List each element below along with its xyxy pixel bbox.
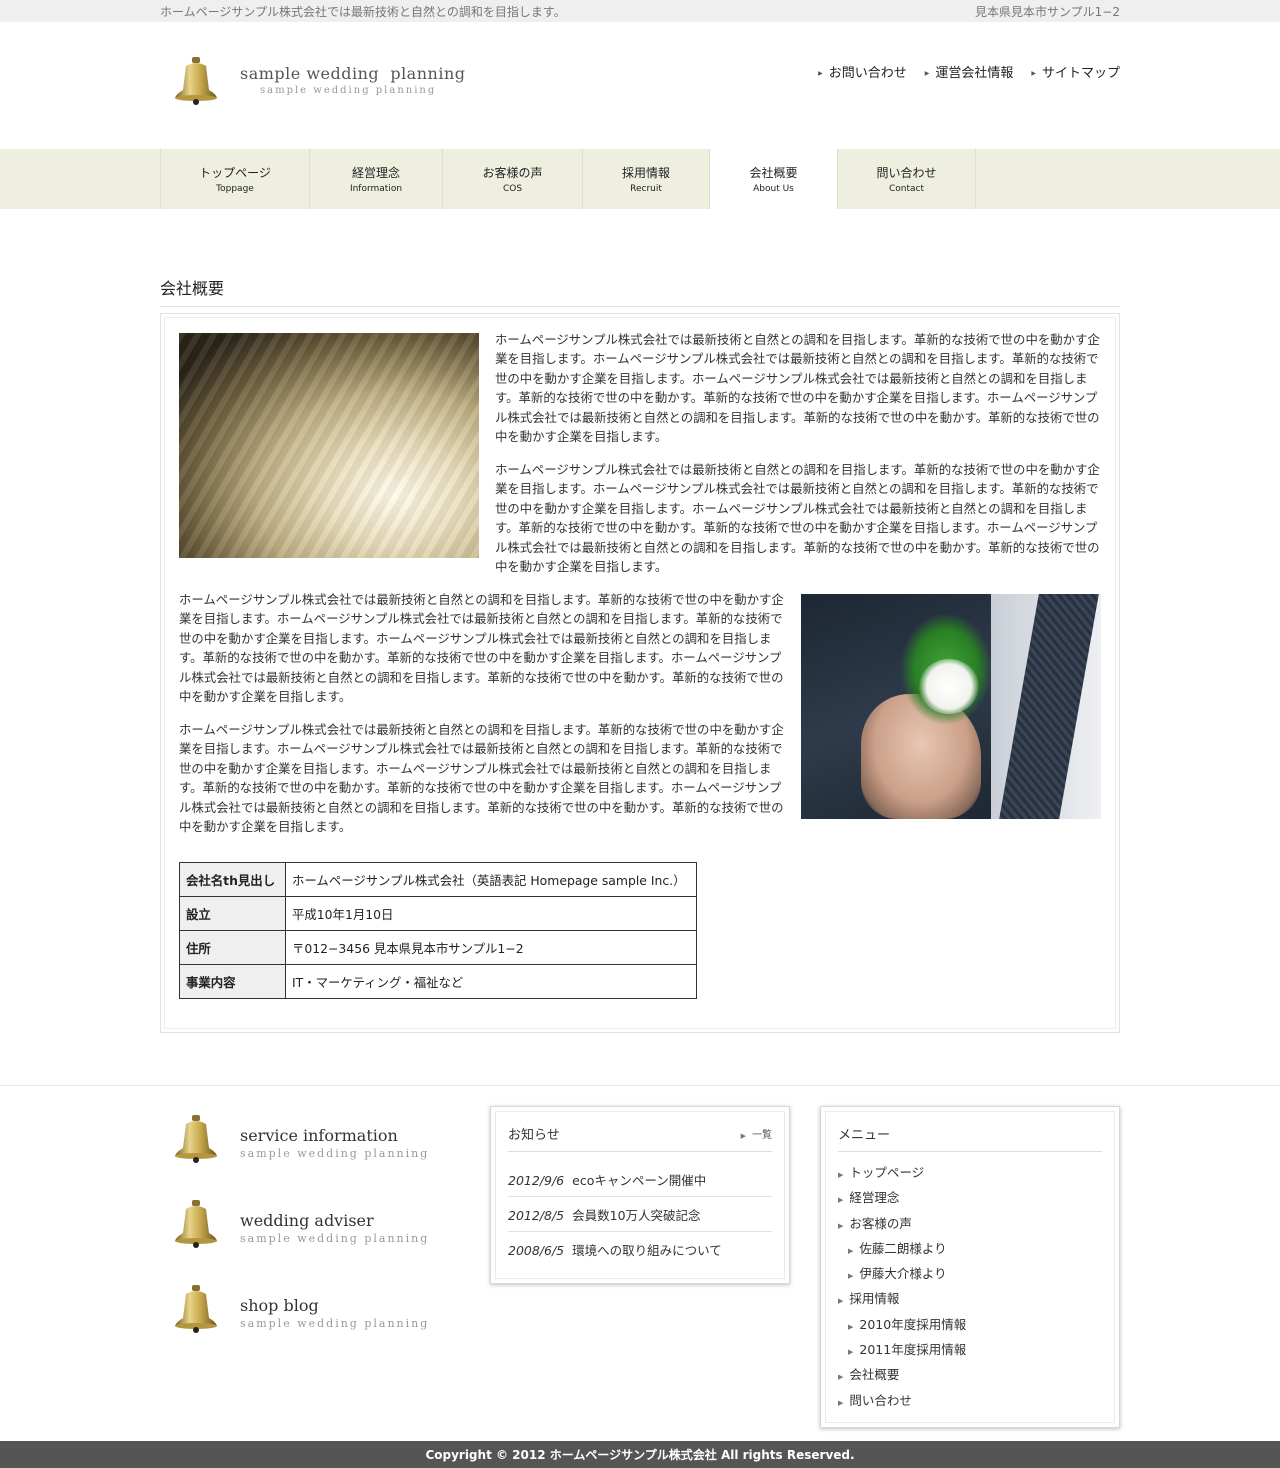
body-paragraph: ホームページサンプル株式会社では最新技術と自然との調和を目指します。革新的な技術… xyxy=(179,722,784,835)
company-info-table: 会社名th見出し ホームページサンプル株式会社（英語表記 Homepage sam… xyxy=(179,862,697,999)
boutonniere-photo xyxy=(801,594,1101,819)
menu-item-information[interactable]: ▶ 経営理念 xyxy=(838,1185,1102,1210)
link-company-info[interactable]: ▶ 運営会社情報 xyxy=(925,62,1014,81)
wedding-adviser-link[interactable]: wedding adviser sample wedding planning xyxy=(172,1199,429,1249)
bell-icon xyxy=(175,1200,217,1248)
top-strip: ホームページサンプル株式会社では最新技術と自然との調和を目指します。 見本県見本… xyxy=(0,0,1280,22)
page-title: 会社概要 xyxy=(160,275,1120,307)
menu-item-about-us[interactable]: ▶ 会社概要 xyxy=(838,1362,1102,1387)
link-contact[interactable]: ▶ お問い合わせ xyxy=(818,62,907,81)
logo-subtitle: sample wedding planning xyxy=(260,85,437,96)
bell-icon xyxy=(175,1115,217,1163)
news-title: お知らせ xyxy=(508,1128,560,1143)
news-item[interactable]: 2012/9/6 ecoキャンペーン開催中 xyxy=(508,1162,772,1197)
menu-panel: メニュー ▶ トップページ ▶ 経営理念 ▶ お客様の声 ▶ 佐藤二朗様より ▶ 伊藤大介… xyxy=(820,1106,1120,1428)
content-box: ホームページサンプル株式会社では最新技術と自然との調和を目指します。革新的な技術… xyxy=(160,313,1120,1033)
footer: service information sample wedding plann… xyxy=(0,1085,1280,1446)
nav-item-cos[interactable]: お客様の声 COS xyxy=(442,149,582,209)
news-item[interactable]: 2008/6/5 環境への取り組みについて xyxy=(508,1232,772,1266)
table-row: 会社名th見出し ホームページサンプル株式会社（英語表記 Homepage sam… xyxy=(179,862,697,897)
triangle-right-icon: ▶ xyxy=(838,1171,844,1179)
table-row: 設立 平成10年1月10日 xyxy=(179,896,697,931)
triangle-right-icon: ▶ xyxy=(848,1246,854,1255)
logo-link[interactable]: sample wedding planning sample wedding p… xyxy=(172,56,466,106)
tagline: ホームページサンプル株式会社では最新技術と自然との調和を目指します。 xyxy=(160,4,566,19)
menu-item-toppage[interactable]: ▶ トップページ xyxy=(838,1160,1102,1185)
address: 見本県見本市サンプル1−2 xyxy=(975,4,1120,19)
body-paragraph: ホームページサンプル株式会社では最新技術と自然との調和を目指します。革新的な技術… xyxy=(495,462,1100,575)
triangle-right-icon: ▶ xyxy=(838,1373,844,1382)
nav-item-recruit[interactable]: 採用情報 Recruit xyxy=(582,149,709,209)
triangle-right-icon: ▶ xyxy=(838,1221,844,1230)
bell-icon xyxy=(175,1285,217,1333)
news-panel: お知らせ ▶ 一覧 2012/9/6 ecoキャンペーン開催中 2012/8/5 会員… xyxy=(490,1106,790,1284)
nav-item-toppage[interactable]: トップページ Toppage xyxy=(160,149,309,209)
menu-item-contact[interactable]: ▶ 問い合わせ xyxy=(838,1388,1102,1413)
wedding-dress-photo xyxy=(179,333,479,558)
menu-item-ito[interactable]: ▶ 伊藤大介様より xyxy=(838,1261,1102,1286)
menu-item-customer-voice[interactable]: ▶ お客様の声 xyxy=(838,1211,1102,1236)
global-nav: トップページ Toppage 経営理念 Information お客様の声 CO… xyxy=(0,149,1280,209)
nav-item-about-us[interactable]: 会社概要 About Us xyxy=(709,149,837,209)
header: sample wedding planning sample wedding p… xyxy=(0,22,1280,149)
table-row: 事業内容 IT・マーケティング・福祉など xyxy=(179,964,697,999)
bell-icon xyxy=(175,57,217,105)
body-paragraph: ホームページサンプル株式会社では最新技術と自然との調和を目指します。革新的な技術… xyxy=(495,332,1100,445)
body-paragraph: ホームページサンプル株式会社では最新技術と自然との調和を目指します。革新的な技術… xyxy=(179,592,784,705)
triangle-right-icon: ▶ xyxy=(838,1398,844,1407)
main-content: 会社概要 ホームページサンプル株式会社では最新技術と自然との調和を目指します。革… xyxy=(160,275,1120,1033)
triangle-right-icon: ▶ xyxy=(838,1297,844,1306)
triangle-right-icon: ▶ xyxy=(848,1322,854,1331)
table-row: 住所 〒012−3456 見本県見本市サンプル1−2 xyxy=(179,930,697,965)
news-item[interactable]: 2012/8/5 会員数10万人突破記念 xyxy=(508,1197,772,1232)
service-information-link[interactable]: service information sample wedding plann… xyxy=(172,1114,429,1164)
triangle-right-icon: ▶ xyxy=(740,1132,746,1140)
triangle-right-icon: ▶ xyxy=(1031,70,1036,77)
triangle-right-icon: ▶ xyxy=(924,70,930,77)
link-sitemap[interactable]: ▶ サイトマップ xyxy=(1031,62,1120,81)
utility-links: ▶ お問い合わせ ▶ 運営会社情報 ▶ サイトマップ xyxy=(818,62,1120,81)
menu-title: メニュー xyxy=(838,1128,891,1143)
nav-item-information[interactable]: 経営理念 Information xyxy=(309,149,442,209)
triangle-right-icon: ▶ xyxy=(848,1272,854,1281)
nav-item-contact[interactable]: 問い合わせ Contact xyxy=(837,149,976,209)
copyright-bar: Copyright © 2012 ホームページサンプル株式会社 All righ… xyxy=(0,1441,1280,1468)
menu-item-recruit[interactable]: ▶ 採用情報 xyxy=(838,1286,1102,1311)
logo-title: sample wedding planning xyxy=(240,64,466,83)
news-more-link[interactable]: ▶ 一覧 xyxy=(741,1126,772,1141)
shop-blog-link[interactable]: shop blog sample wedding planning xyxy=(172,1284,429,1334)
menu-item-recruit-2011[interactable]: ▶ 2011年度採用情報 xyxy=(838,1337,1102,1362)
triangle-right-icon: ▶ xyxy=(838,1196,844,1205)
triangle-right-icon: ▶ xyxy=(848,1348,854,1357)
menu-item-sato[interactable]: ▶ 佐藤二朗様より xyxy=(838,1236,1102,1261)
menu-item-recruit-2010[interactable]: ▶ 2010年度採用情報 xyxy=(838,1312,1102,1337)
triangle-right-icon: ▶ xyxy=(818,70,823,77)
